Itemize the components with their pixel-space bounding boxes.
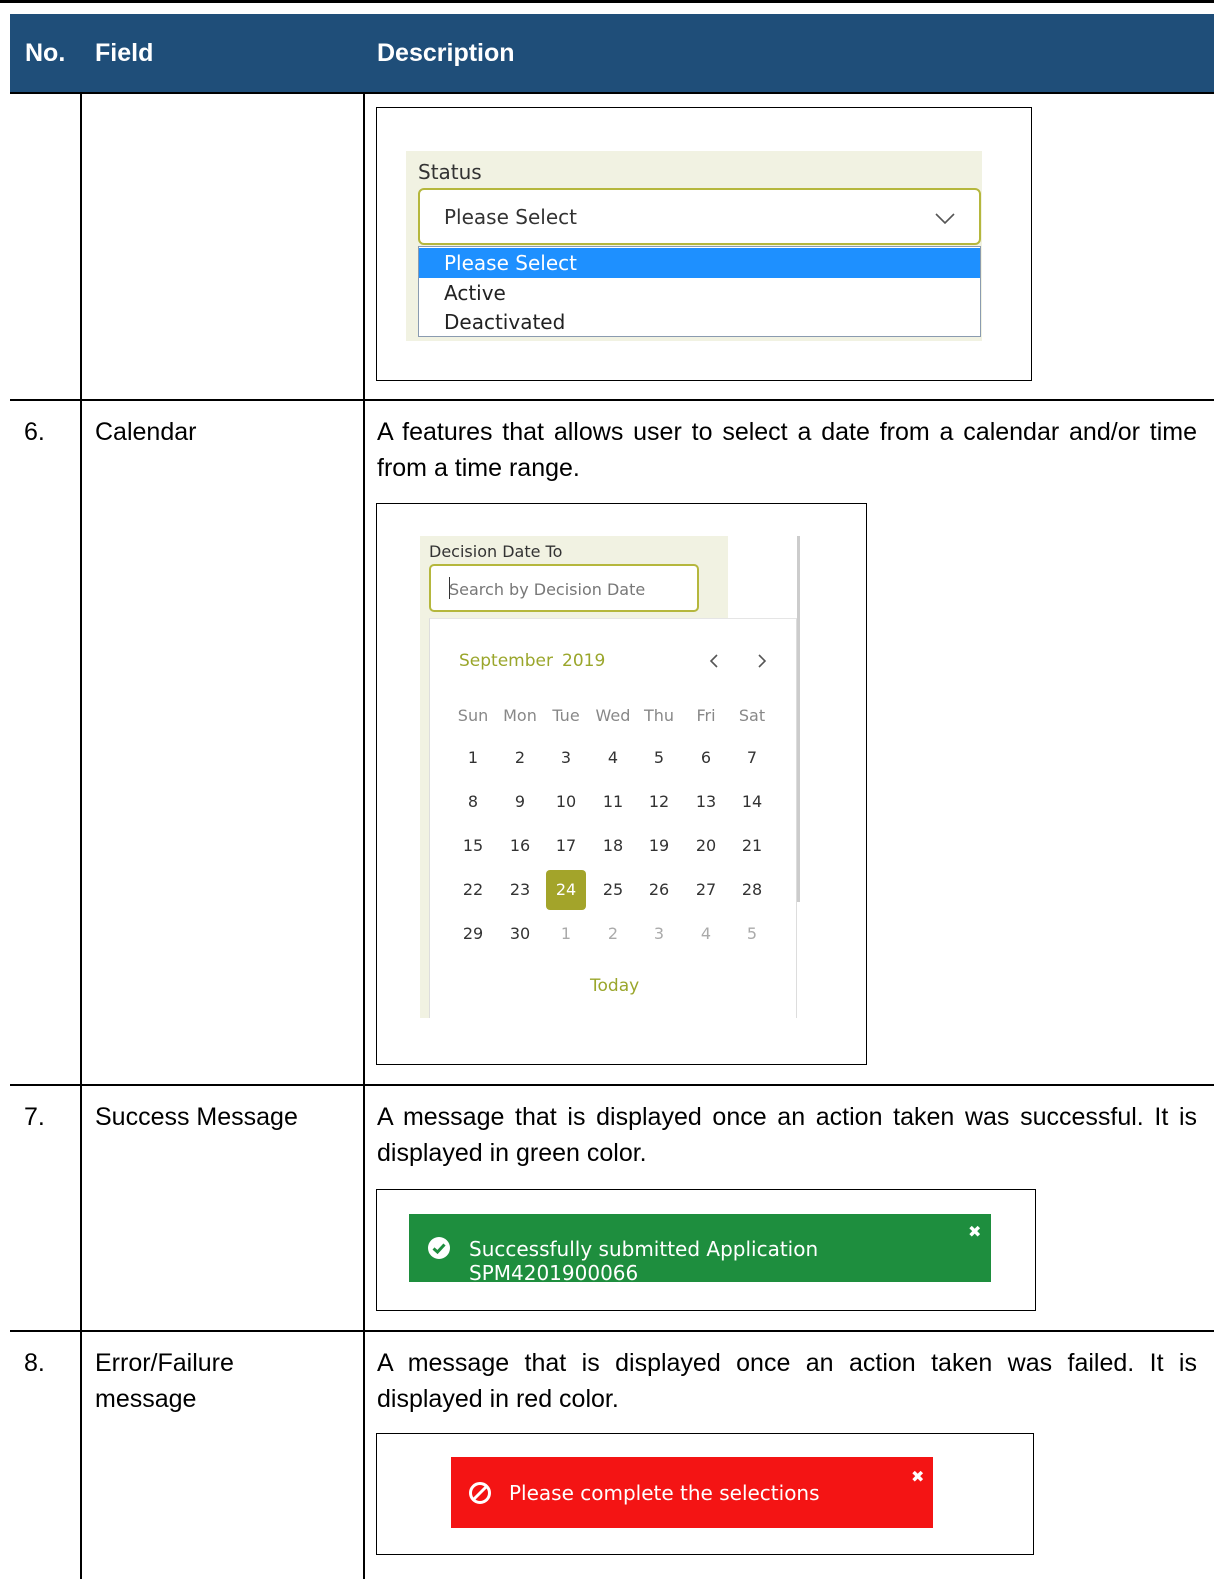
calendar-day[interactable]: 10 bbox=[546, 782, 586, 822]
calendar-day[interactable]: 15 bbox=[453, 826, 493, 866]
calendar-day[interactable]: 19 bbox=[639, 826, 679, 866]
calendar-day[interactable]: 8 bbox=[453, 782, 493, 822]
calendar-day[interactable]: 2 bbox=[500, 738, 540, 778]
header-description: Description bbox=[377, 38, 515, 67]
col-divider-1 bbox=[80, 92, 82, 1579]
calendar-day[interactable]: 5 bbox=[732, 914, 772, 954]
calendar-day[interactable]: 30 bbox=[500, 914, 540, 954]
calendar-day[interactable]: 3 bbox=[546, 738, 586, 778]
row-divider bbox=[10, 1084, 1214, 1086]
calendar-day[interactable]: 14 bbox=[732, 782, 772, 822]
status-select-value: Please Select bbox=[444, 205, 577, 229]
row-description: A message that is displayed once an acti… bbox=[377, 1103, 1197, 1167]
decision-date-placeholder: Search by Decision Date bbox=[449, 580, 646, 599]
row-field: Error/Failure message bbox=[95, 1349, 234, 1413]
today-button[interactable]: Today bbox=[590, 976, 639, 996]
weekday-label: Tue bbox=[552, 706, 580, 725]
row-field: Calendar bbox=[95, 418, 197, 446]
calendar-day[interactable]: 17 bbox=[546, 826, 586, 866]
decision-date-label: Decision Date To bbox=[429, 542, 563, 561]
weekday-label: Fri bbox=[696, 706, 716, 725]
row-divider bbox=[10, 1330, 1214, 1332]
row-no: 8. bbox=[24, 1349, 45, 1377]
weekday-label: Sun bbox=[457, 706, 489, 725]
header-field: Field bbox=[95, 38, 154, 67]
calendar-year[interactable]: 2019 bbox=[562, 651, 605, 671]
error-alert: Please complete the selections ✖ bbox=[451, 1457, 933, 1528]
status-option[interactable]: Active bbox=[419, 278, 980, 308]
calendar-day[interactable]: 11 bbox=[593, 782, 633, 822]
calendar-day[interactable]: 7 bbox=[732, 738, 772, 778]
row-divider bbox=[10, 92, 1214, 94]
error-alert-text: Please complete the selections bbox=[509, 1481, 820, 1505]
calendar-day[interactable]: 1 bbox=[546, 914, 586, 954]
calendar-day[interactable]: 28 bbox=[732, 870, 772, 910]
row-description: A features that allows user to select a … bbox=[377, 418, 1197, 482]
status-option[interactable]: Please Select bbox=[419, 248, 980, 278]
calendar-day[interactable]: 16 bbox=[500, 826, 540, 866]
table-header: No. Field Description bbox=[10, 14, 1214, 92]
check-circle-icon bbox=[428, 1237, 450, 1259]
calendar-month[interactable]: September bbox=[459, 651, 553, 671]
calendar-day[interactable]: 24 bbox=[546, 870, 586, 910]
col-divider-2 bbox=[363, 92, 365, 1579]
calendar-day[interactable]: 4 bbox=[686, 914, 726, 954]
row-no: 6. bbox=[24, 418, 45, 446]
top-rule bbox=[0, 0, 1214, 3]
ban-icon bbox=[469, 1482, 491, 1504]
calendar-day[interactable]: 6 bbox=[686, 738, 726, 778]
calendar-day[interactable]: 1 bbox=[453, 738, 493, 778]
calendar-day[interactable]: 27 bbox=[686, 870, 726, 910]
text-caret bbox=[449, 577, 450, 599]
calendar-day[interactable]: 13 bbox=[686, 782, 726, 822]
calendar-day[interactable]: 22 bbox=[453, 870, 493, 910]
weekday-label: Mon bbox=[503, 706, 537, 725]
close-icon[interactable]: ✖ bbox=[911, 1467, 924, 1486]
weekday-label: Sat bbox=[738, 706, 766, 725]
calendar-day[interactable]: 20 bbox=[686, 826, 726, 866]
calendar-day[interactable]: 26 bbox=[639, 870, 679, 910]
chevron-right-icon[interactable] bbox=[752, 651, 772, 671]
chevron-down-icon bbox=[935, 213, 955, 225]
weekday-label: Wed bbox=[595, 706, 631, 725]
status-option[interactable]: Deactivated bbox=[419, 307, 980, 337]
row-divider bbox=[10, 399, 1214, 401]
status-label: Status bbox=[418, 160, 482, 184]
scrollbar[interactable] bbox=[797, 536, 800, 902]
chevron-left-icon[interactable] bbox=[704, 651, 724, 671]
calendar-day[interactable]: 29 bbox=[453, 914, 493, 954]
calendar-day[interactable]: 2 bbox=[593, 914, 633, 954]
calendar-day[interactable]: 18 bbox=[593, 826, 633, 866]
row-description: A message that is displayed once an acti… bbox=[377, 1349, 1197, 1413]
calendar-day[interactable]: 4 bbox=[593, 738, 633, 778]
weekday-label: Thu bbox=[643, 706, 675, 725]
close-icon[interactable]: ✖ bbox=[968, 1222, 981, 1241]
calendar-day[interactable]: 23 bbox=[500, 870, 540, 910]
calendar-day[interactable]: 9 bbox=[500, 782, 540, 822]
calendar-day[interactable]: 3 bbox=[639, 914, 679, 954]
success-alert-text: Successfully submitted Application SPM42… bbox=[469, 1237, 819, 1285]
calendar-day[interactable]: 5 bbox=[639, 738, 679, 778]
calendar-day[interactable]: 21 bbox=[732, 826, 772, 866]
status-options-list: Please Select Active Deactivated bbox=[418, 246, 981, 337]
success-alert: Successfully submitted Application SPM42… bbox=[409, 1214, 991, 1285]
calendar-day[interactable]: 25 bbox=[593, 870, 633, 910]
calendar-day[interactable]: 12 bbox=[639, 782, 679, 822]
header-no: No. bbox=[25, 38, 66, 67]
row-no: 7. bbox=[24, 1103, 45, 1131]
row-field: Success Message bbox=[95, 1103, 298, 1131]
